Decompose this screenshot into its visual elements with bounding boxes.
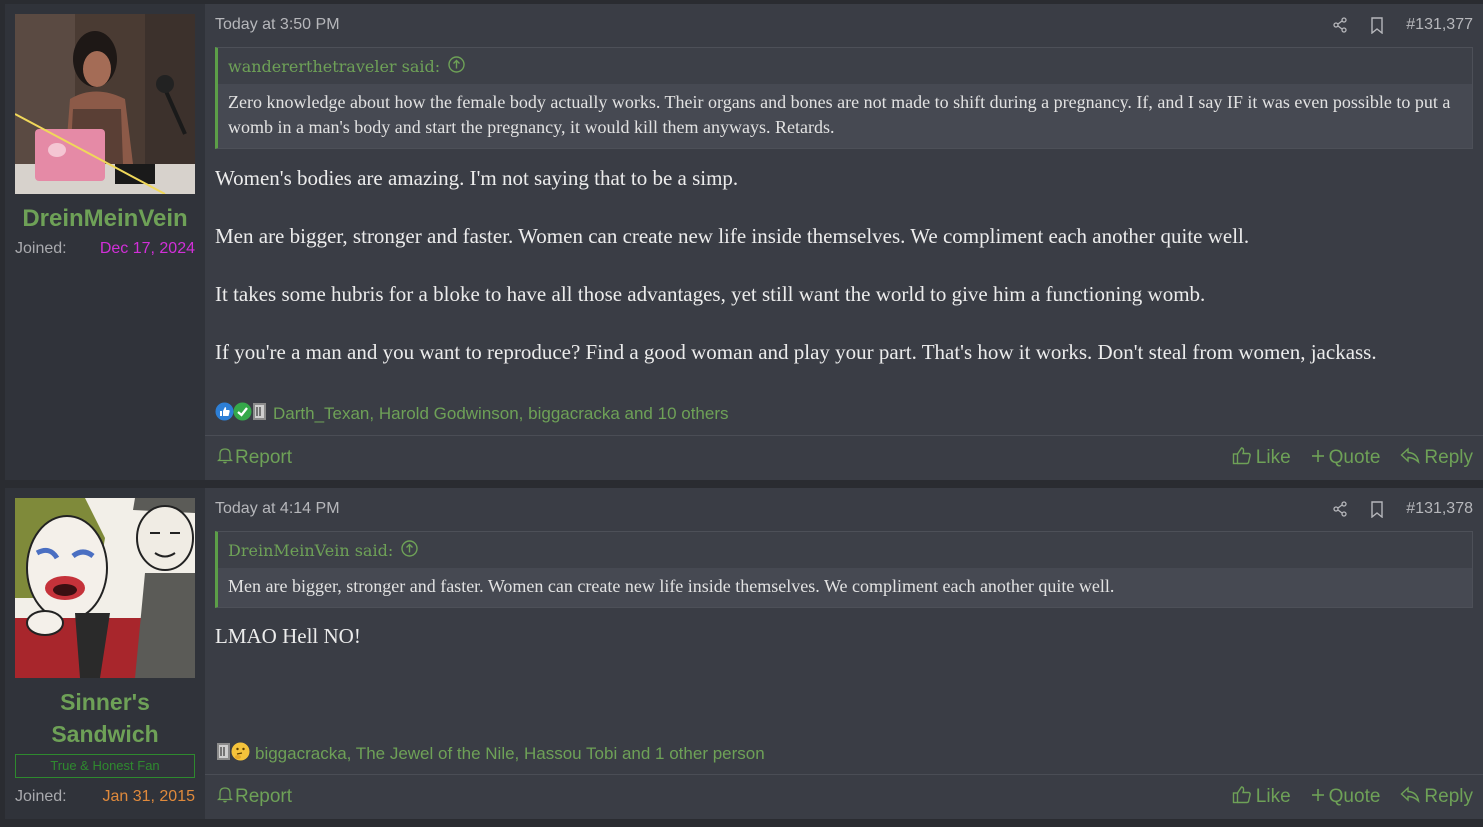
- post-paragraph: Men are bigger, stronger and faster. Wom…: [215, 224, 1250, 248]
- user-info-panel: DreinMeinVein Joined: Dec 17, 2024: [5, 4, 205, 480]
- post-paragraph: Women's bodies are amazing. I'm not sayi…: [215, 166, 739, 190]
- report-label: Report: [235, 786, 293, 807]
- reply-label: Reply: [1424, 447, 1473, 468]
- book-reaction-icon: [251, 402, 268, 426]
- joined-info: Joined: Dec 17, 2024: [15, 240, 195, 258]
- post-content: Women's bodies are amazing. I'm not sayi…: [215, 164, 1423, 396]
- post-timestamp[interactable]: Today at 4:14 PM: [215, 500, 340, 518]
- book-reaction-icon: [215, 742, 232, 766]
- avatar[interactable]: [15, 498, 195, 678]
- thumbs-up-icon: [1232, 446, 1252, 471]
- reply-arrow-icon: [1400, 785, 1420, 809]
- quote-button[interactable]: Quote: [1311, 446, 1381, 471]
- joined-date: Jan 31, 2015: [102, 788, 195, 805]
- joined-label: Joined:: [15, 788, 67, 805]
- reaction-icons: [215, 742, 250, 766]
- post-paragraph: It takes some hubris for a bloke to have…: [215, 282, 1206, 306]
- reply-arrow-icon: [1400, 446, 1420, 470]
- joined-info: Joined: Jan 31, 2015: [15, 788, 195, 806]
- quote-block: wandererthetraveler said: Zero knowledge…: [215, 47, 1473, 149]
- quote-header[interactable]: DreinMeinVein said:: [218, 532, 1472, 568]
- post: Sinner's Sandwich True & Honest Fan Join…: [5, 488, 1483, 819]
- reply-button[interactable]: Reply: [1400, 446, 1473, 471]
- post-content: LMAO Hell NO!: [215, 622, 1423, 680]
- reactions-bar[interactable]: Darth_Texan, Harold Godwinson, biggacrac…: [215, 402, 729, 426]
- post-footer: Report Like Quote Reply: [205, 435, 1483, 480]
- thumbs-up-icon: [1232, 785, 1252, 810]
- bell-icon: [216, 785, 234, 809]
- share-icon[interactable]: [1332, 17, 1348, 33]
- user-info-panel: Sinner's Sandwich True & Honest Fan Join…: [5, 488, 205, 819]
- like-label: Like: [1255, 786, 1291, 807]
- checkmark-reaction-icon: [233, 402, 252, 426]
- report-button[interactable]: Report: [205, 785, 292, 809]
- post-paragraph: If you're a man and you want to reproduc…: [215, 340, 1377, 364]
- reactions-users[interactable]: biggacracka, The Jewel of the Nile, Hass…: [255, 744, 765, 764]
- quote-label: Quote: [1328, 786, 1381, 807]
- quote-text: Men are bigger, stronger and faster. Wom…: [218, 568, 1472, 607]
- reactions-users[interactable]: Darth_Texan, Harold Godwinson, biggacrac…: [273, 404, 729, 424]
- avatar[interactable]: [15, 14, 195, 194]
- arrow-up-circle-icon[interactable]: [448, 55, 465, 77]
- post-footer: Report Like Quote Reply: [205, 774, 1483, 819]
- post-header: Today at 4:14 PM #131,378: [215, 498, 1473, 520]
- plus-icon: [1311, 447, 1325, 469]
- quote-header[interactable]: wandererthetraveler said:: [218, 48, 1472, 84]
- joined-label: Joined:: [15, 240, 67, 257]
- username[interactable]: Sinner's Sandwich: [5, 686, 205, 750]
- post-number[interactable]: #131,378: [1406, 500, 1473, 518]
- bookmark-icon[interactable]: [1370, 500, 1384, 518]
- like-button[interactable]: Like: [1232, 446, 1291, 471]
- bell-icon: [216, 446, 234, 470]
- post: DreinMeinVein Joined: Dec 17, 2024 Today…: [5, 4, 1483, 480]
- reply-label: Reply: [1424, 786, 1473, 807]
- post-timestamp[interactable]: Today at 3:50 PM: [215, 16, 340, 34]
- post-main: Today at 4:14 PM #131,378 DreinMeinVein …: [205, 488, 1483, 819]
- reactions-bar[interactable]: biggacracka, The Jewel of the Nile, Hass…: [215, 742, 765, 766]
- report-label: Report: [235, 447, 293, 468]
- quote-author[interactable]: wandererthetraveler said:: [228, 57, 440, 76]
- bookmark-icon[interactable]: [1370, 16, 1384, 34]
- thinking-reaction-icon: [231, 742, 250, 766]
- post-main: Today at 3:50 PM #131,377 wandererthetra…: [205, 4, 1483, 480]
- quote-button[interactable]: Quote: [1311, 785, 1381, 810]
- quote-label: Quote: [1328, 447, 1381, 468]
- arrow-up-circle-icon[interactable]: [401, 539, 418, 561]
- like-reaction-icon: [215, 402, 234, 426]
- report-button[interactable]: Report: [205, 446, 292, 470]
- post-header: Today at 3:50 PM #131,377: [215, 14, 1473, 36]
- post-paragraph: LMAO Hell NO!: [215, 624, 361, 648]
- plus-icon: [1311, 786, 1325, 808]
- reply-button[interactable]: Reply: [1400, 785, 1473, 810]
- reaction-icons: [215, 402, 267, 426]
- share-icon[interactable]: [1332, 501, 1348, 517]
- like-label: Like: [1255, 447, 1291, 468]
- username[interactable]: DreinMeinVein: [5, 203, 205, 235]
- user-title-badge: True & Honest Fan: [15, 754, 195, 778]
- quote-author[interactable]: DreinMeinVein said:: [228, 541, 393, 560]
- like-button[interactable]: Like: [1232, 785, 1291, 810]
- quote-block: DreinMeinVein said: Men are bigger, stro…: [215, 531, 1473, 608]
- joined-date: Dec 17, 2024: [99, 240, 195, 257]
- quote-text: Zero knowledge about how the female body…: [218, 84, 1472, 148]
- post-number[interactable]: #131,377: [1406, 16, 1473, 34]
